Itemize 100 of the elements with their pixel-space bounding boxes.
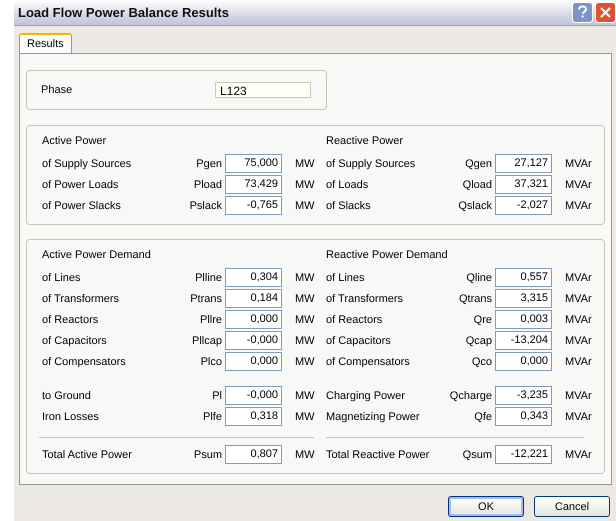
symbol-label: Plline — [194, 272, 222, 284]
unit-label: MW — [294, 314, 316, 326]
section-heading: Active Power — [42, 134, 108, 149]
value-field[interactable]: 0,000 — [225, 310, 282, 329]
field-label: of Capacitors — [42, 334, 108, 346]
symbol-label: Qgen — [464, 158, 492, 170]
value-field[interactable]: 37,321 — [495, 175, 552, 194]
symbol-label: Qcap — [464, 334, 492, 346]
symbol-label: Qtrans — [458, 292, 492, 304]
unit-label: MVAr — [564, 410, 593, 422]
unit-label: MW — [294, 410, 316, 422]
field-label: of Power Slacks — [42, 200, 122, 212]
field-label: of Power Loads — [42, 178, 120, 190]
field-label: Total Reactive Power — [326, 448, 430, 460]
cancel-button[interactable]: Cancel — [534, 496, 610, 517]
value-field[interactable]: -3,235 — [495, 386, 552, 405]
symbol-label: Pload — [192, 178, 222, 190]
unit-label: MW — [294, 200, 316, 212]
ok-button[interactable]: OK — [448, 496, 524, 517]
phase-field[interactable]: L123 — [215, 82, 311, 98]
value-field[interactable]: 0,003 — [495, 310, 552, 329]
value-field[interactable]: -0,000 — [225, 386, 282, 405]
value-field[interactable]: 0,807 — [225, 445, 282, 464]
unit-label: MW — [294, 448, 316, 460]
value-field[interactable]: 0,318 — [225, 407, 282, 426]
value-field[interactable]: 0,000 — [495, 352, 552, 371]
symbol-label: Ptrans — [189, 292, 222, 304]
results-tab[interactable]: Results — [19, 33, 72, 53]
value-field[interactable]: -13,204 — [495, 331, 552, 350]
field-label: of Supply Sources — [326, 158, 416, 170]
unit-label: MVAr — [564, 448, 593, 460]
field-label: of Transformers — [42, 292, 120, 304]
symbol-label: Qre — [472, 314, 492, 326]
unit-label: MVAr — [564, 334, 593, 346]
unit-label: MVAr — [564, 178, 593, 190]
unit-label: MVAr — [564, 158, 593, 170]
symbol-label: Qco — [470, 356, 492, 368]
symbol-label: Pl — [211, 390, 222, 402]
field-label: of Lines — [42, 272, 82, 284]
unit-label: MW — [294, 158, 316, 170]
value-field[interactable]: 27,127 — [495, 154, 552, 173]
value-field[interactable]: 0,557 — [495, 268, 552, 287]
unit-label: MVAr — [564, 356, 593, 368]
field-label: Charging Power — [326, 390, 406, 402]
field-label: Iron Losses — [42, 410, 100, 422]
unit-label: MW — [294, 390, 316, 402]
value-field[interactable]: 3,315 — [495, 289, 552, 308]
field-label: of Compensators — [42, 356, 127, 368]
unit-label: MVAr — [564, 200, 593, 212]
symbol-label: Pgen — [195, 158, 222, 170]
unit-label: MW — [294, 178, 316, 190]
field-label: of Transformers — [326, 292, 404, 304]
value-field[interactable]: 0,343 — [495, 407, 552, 426]
window-title: Load Flow Power Balance Results — [18, 5, 229, 20]
value-field[interactable]: 0,000 — [225, 352, 282, 371]
symbol-label: Qslack — [457, 200, 492, 212]
symbol-label: Plfe — [202, 410, 222, 422]
field-label: of Slacks — [326, 200, 372, 212]
field-label: to Ground — [42, 390, 92, 402]
field-label: Total Active Power — [42, 448, 133, 460]
symbol-label: Qsum — [462, 448, 492, 460]
field-label: of Loads — [326, 178, 370, 190]
unit-label: MVAr — [564, 390, 593, 402]
field-label: of Supply Sources — [42, 158, 132, 170]
field-label: of Lines — [326, 272, 366, 284]
symbol-label: Pllcap — [191, 334, 222, 346]
unit-label: MVAr — [564, 314, 593, 326]
symbol-label: Qcharge — [448, 390, 492, 402]
symbol-label: Pllre — [198, 314, 222, 326]
symbol-label: Plco — [200, 356, 222, 368]
field-label: of Reactors — [326, 314, 384, 326]
field-label: Magnetizing Power — [326, 410, 421, 422]
field-label: of Capacitors — [326, 334, 392, 346]
section-heading: Reactive Power Demand — [326, 248, 449, 263]
phase-label: Phase — [41, 84, 74, 96]
value-field[interactable]: -0,000 — [225, 331, 282, 350]
section-heading: Reactive Power — [326, 134, 404, 149]
section-heading: Active Power Demand — [42, 248, 152, 263]
symbol-label: Pslack — [188, 200, 222, 212]
unit-label: MW — [294, 356, 316, 368]
help-icon[interactable] — [572, 2, 593, 23]
symbol-label: Qline — [465, 272, 492, 284]
symbol-label: Psum — [192, 448, 222, 460]
value-field[interactable]: 0,304 — [225, 268, 282, 287]
value-field[interactable]: -12,221 — [495, 445, 552, 464]
unit-label: MVAr — [564, 292, 593, 304]
unit-label: MVAr — [564, 272, 593, 284]
unit-label: MW — [294, 292, 316, 304]
field-label: of Reactors — [42, 314, 100, 326]
value-field[interactable]: -2,027 — [495, 196, 552, 215]
unit-label: MW — [294, 334, 316, 346]
symbol-label: Qfe — [473, 410, 492, 422]
value-field[interactable]: -0,765 — [225, 196, 282, 215]
value-field[interactable]: 0,184 — [225, 289, 282, 308]
symbol-label: Qload — [462, 178, 492, 190]
unit-label: MW — [294, 272, 316, 284]
value-field[interactable]: 73,429 — [225, 175, 282, 194]
value-field[interactable]: 75,000 — [225, 154, 282, 173]
close-icon[interactable] — [595, 2, 616, 23]
field-label: of Compensators — [326, 356, 411, 368]
